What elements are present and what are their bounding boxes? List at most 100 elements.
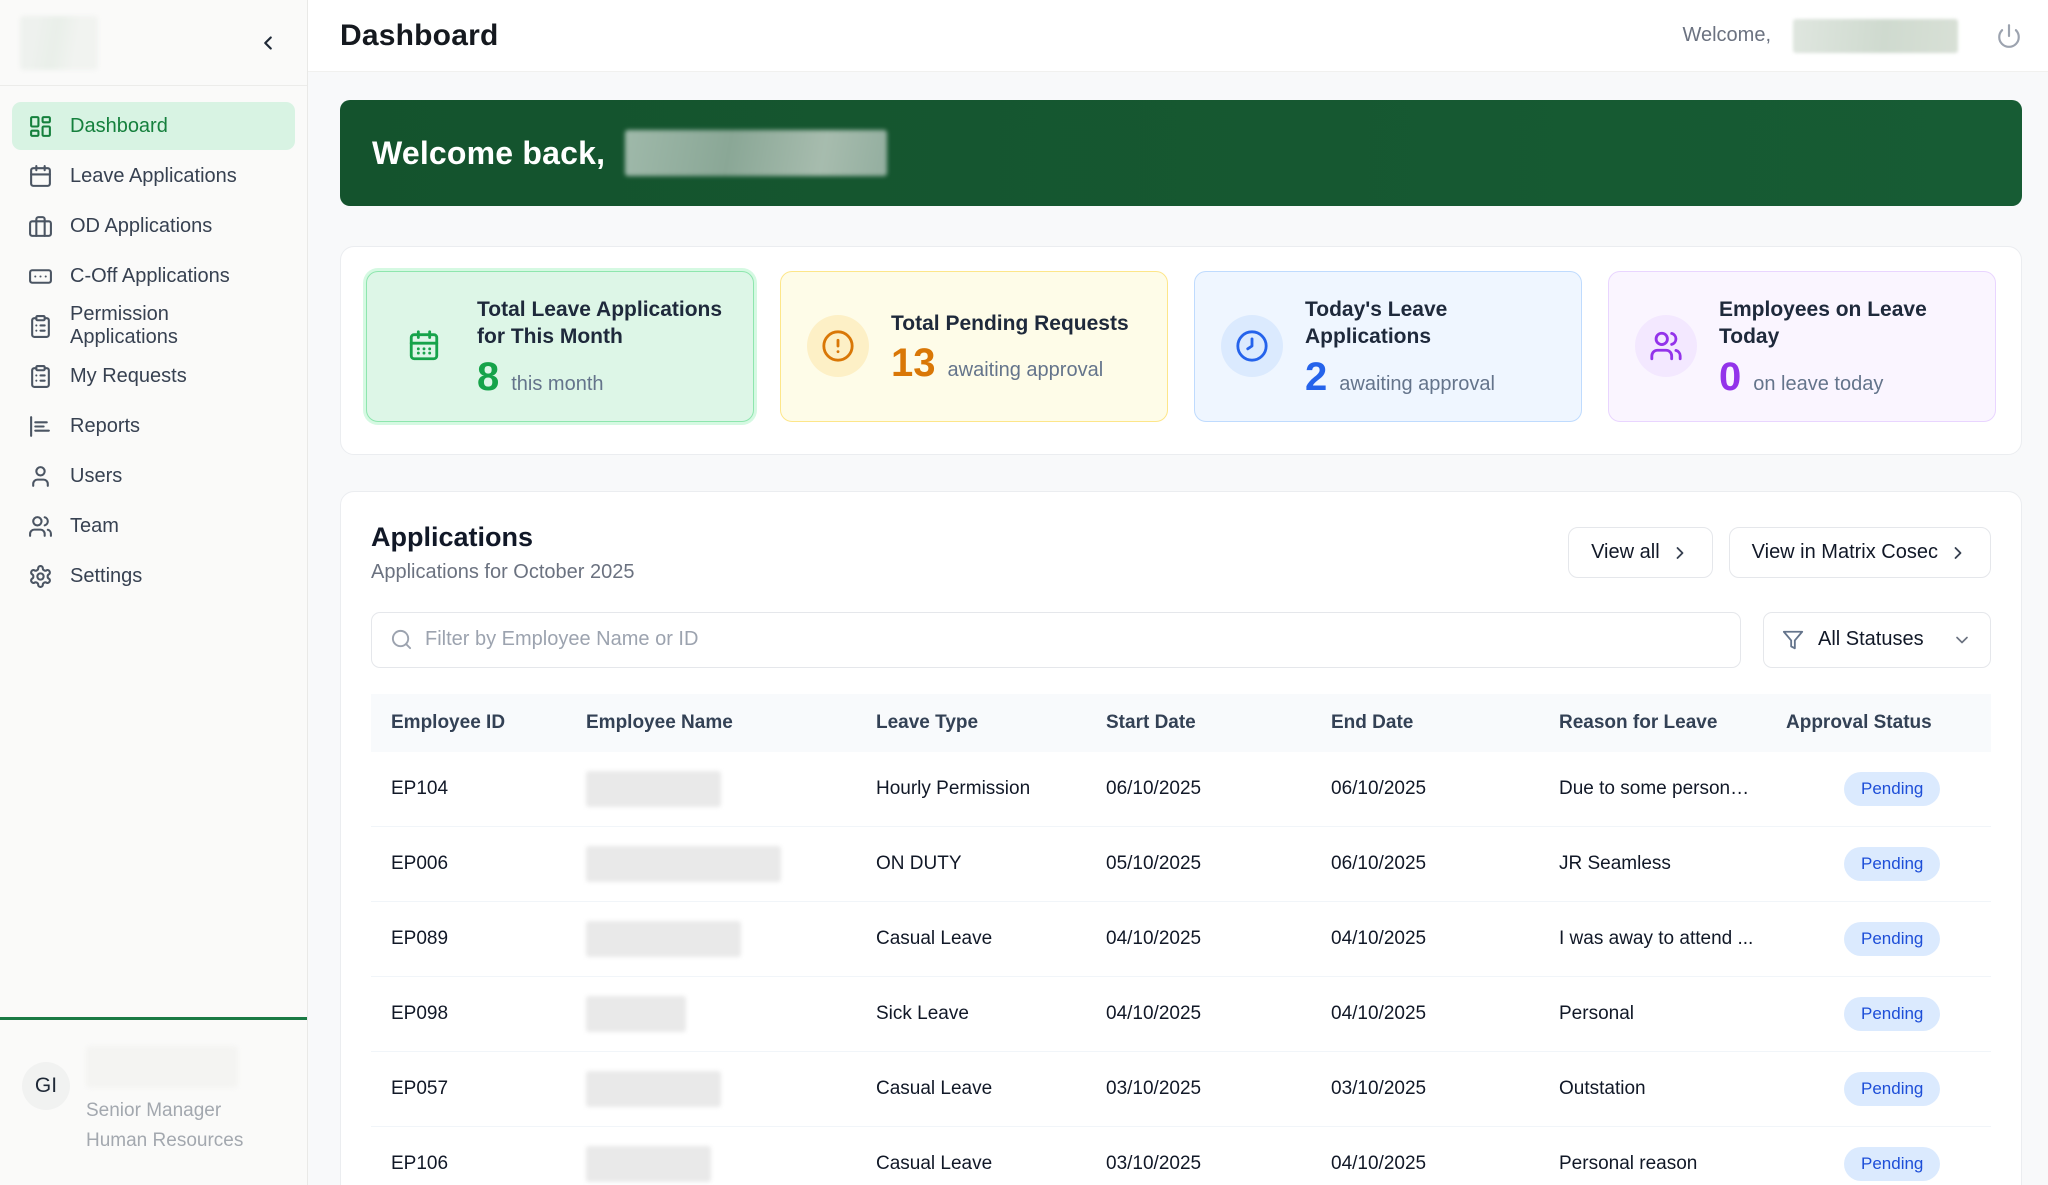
column-header: Leave Type bbox=[876, 711, 979, 733]
sidebar-item-my-requests[interactable]: My Requests bbox=[12, 352, 295, 400]
user-icon bbox=[28, 464, 53, 489]
view-all-button[interactable]: View all bbox=[1568, 527, 1713, 579]
card-ellipsis-icon bbox=[28, 264, 53, 289]
sidebar-item-settings[interactable]: Settings bbox=[12, 552, 295, 600]
redacted-employee-name bbox=[586, 845, 781, 882]
sidebar-item-label: My Requests bbox=[70, 364, 187, 387]
redacted-user-name bbox=[86, 1046, 238, 1089]
column-header: Approval Status bbox=[1786, 711, 1932, 733]
chevron-right-icon bbox=[1670, 543, 1690, 563]
applications-subtitle: Applications for October 2025 bbox=[371, 560, 635, 583]
users-icon bbox=[28, 514, 53, 539]
stat-value: 8 bbox=[477, 354, 500, 399]
sidebar-header bbox=[0, 0, 307, 86]
column-header: Reason for Leave bbox=[1559, 711, 1718, 733]
banner-greeting: Welcome back, bbox=[372, 134, 606, 171]
dashboard-grid-icon bbox=[28, 114, 53, 139]
column-header: Employee ID bbox=[391, 711, 506, 733]
status-filter-dropdown[interactable]: All Statuses bbox=[1763, 611, 1991, 668]
column-header: End Date bbox=[1331, 711, 1414, 733]
applications-header: Applications Applications for October 20… bbox=[371, 522, 1991, 584]
user-role: Senior Manager bbox=[86, 1100, 222, 1122]
content: Welcome back, Total Leave Applications f… bbox=[308, 72, 2048, 1185]
applications-panel: Applications Applications for October 20… bbox=[340, 490, 2022, 1185]
stat-card-employees-on-leave[interactable]: Employees on Leave Today 0 on leave toda… bbox=[1608, 271, 1996, 422]
page-title: Dashboard bbox=[340, 18, 499, 52]
status-badge: Pending bbox=[1844, 771, 1941, 806]
stat-card-todays-leave[interactable]: Today's Leave Applications 2 awaiting ap… bbox=[1194, 271, 1582, 422]
stat-title: Employees on Leave Today bbox=[1719, 298, 1927, 349]
stat-caption: on leave today bbox=[1753, 372, 1884, 395]
avatar: GI bbox=[22, 1062, 70, 1111]
table-row[interactable]: EP106 Casual Leave 03/10/2025 04/10/2025… bbox=[371, 1126, 1991, 1185]
search-box bbox=[371, 611, 1741, 668]
sidebar-item-od-applications[interactable]: OD Applications bbox=[12, 202, 295, 250]
welcome-label: Welcome, bbox=[1682, 24, 1771, 46]
app-root: Dashboard Leave Applications OD Applicat… bbox=[0, 0, 2048, 1185]
sidebar-item-label: Permission Applications bbox=[70, 303, 178, 348]
sidebar-item-label: Settings bbox=[70, 564, 143, 587]
stat-value: 13 bbox=[891, 340, 936, 385]
stat-card-total-leave[interactable]: Total Leave Applications for This Month … bbox=[366, 271, 754, 422]
sidebar-item-label: C-Off Applications bbox=[70, 264, 230, 287]
chevron-down-icon bbox=[1952, 630, 1972, 650]
sidebar-item-label: Team bbox=[70, 514, 119, 537]
sidebar-item-label: OD Applications bbox=[70, 214, 213, 237]
employee-filter-input[interactable] bbox=[425, 628, 1722, 652]
top-header: Dashboard Welcome, bbox=[308, 0, 2048, 72]
bar-chart-icon bbox=[28, 414, 53, 439]
main-area: Dashboard Welcome, Welcome back, Total L… bbox=[308, 0, 2048, 1185]
sidebar-item-users[interactable]: Users bbox=[12, 452, 295, 500]
sidebar-item-label: Dashboard bbox=[70, 114, 168, 137]
user-department: Human Resources bbox=[86, 1129, 244, 1151]
users-icon bbox=[1635, 315, 1697, 378]
clipboard-list-icon bbox=[28, 364, 53, 389]
filter-funnel-icon bbox=[1782, 629, 1804, 651]
view-in-matrix-cosec-button[interactable]: View in Matrix Cosec bbox=[1728, 527, 1991, 579]
redacted-banner-username bbox=[625, 130, 888, 176]
sidebar-nav: Dashboard Leave Applications OD Applicat… bbox=[0, 86, 307, 616]
clipboard-list-icon bbox=[28, 314, 53, 339]
sidebar-user-section: GI Senior Manager Human Resources bbox=[0, 1017, 307, 1185]
status-filter-value: All Statuses bbox=[1818, 628, 1924, 651]
power-icon bbox=[1996, 23, 2022, 49]
stat-title: Today's Leave Applications bbox=[1305, 298, 1448, 349]
sidebar-item-reports[interactable]: Reports bbox=[12, 402, 295, 450]
table-row[interactable]: EP057 Casual Leave 03/10/2025 03/10/2025… bbox=[371, 1051, 1991, 1127]
table-row[interactable]: EP089 Casual Leave 04/10/2025 04/10/2025… bbox=[371, 901, 1991, 977]
sidebar-item-team[interactable]: Team bbox=[12, 502, 295, 550]
sidebar-item-dashboard[interactable]: Dashboard bbox=[12, 102, 295, 150]
sidebar-item-label: Users bbox=[70, 464, 123, 487]
sidebar-item-leave-applications[interactable]: Leave Applications bbox=[12, 152, 295, 200]
calendar-icon bbox=[28, 164, 53, 189]
table-row[interactable]: EP104 Hourly Permission 06/10/2025 06/10… bbox=[371, 751, 1991, 827]
stat-card-pending-requests[interactable]: Total Pending Requests 13 awaiting appro… bbox=[780, 271, 1168, 422]
stat-title: Total Pending Requests bbox=[891, 311, 1129, 335]
clock-icon bbox=[1221, 315, 1283, 378]
redacted-employee-name bbox=[586, 770, 721, 807]
status-badge: Pending bbox=[1844, 996, 1941, 1031]
logout-button[interactable] bbox=[1996, 23, 2022, 49]
sidebar-item-coff-applications[interactable]: C-Off Applications bbox=[12, 252, 295, 300]
status-badge: Pending bbox=[1844, 1071, 1941, 1106]
applications-title: Applications bbox=[371, 521, 534, 552]
table-row[interactable]: EP098 Sick Leave 04/10/2025 04/10/2025 P… bbox=[371, 976, 1991, 1052]
redacted-header-username bbox=[1793, 18, 1958, 53]
sidebar-collapse-button[interactable] bbox=[257, 32, 279, 54]
redacted-employee-name bbox=[586, 920, 741, 957]
column-header: Employee Name bbox=[586, 711, 733, 733]
sidebar-item-label: Reports bbox=[70, 414, 141, 437]
column-header: Start Date bbox=[1106, 711, 1196, 733]
sidebar-item-permission-applications[interactable]: Permission Applications bbox=[12, 302, 295, 350]
stat-caption: awaiting approval bbox=[947, 358, 1104, 381]
status-badge: Pending bbox=[1844, 921, 1941, 956]
stat-title: Total Leave Applications for This Month bbox=[477, 298, 723, 349]
redacted-employee-name bbox=[586, 1070, 721, 1107]
chevron-right-icon bbox=[1948, 543, 1968, 563]
table-row[interactable]: EP006 ON DUTY 05/10/2025 06/10/2025 JR S… bbox=[371, 826, 1991, 902]
welcome-banner: Welcome back, bbox=[340, 100, 2022, 206]
stat-value: 2 bbox=[1305, 354, 1328, 399]
search-icon bbox=[390, 628, 413, 651]
applications-table: Employee ID Employee Name Leave Type Sta… bbox=[371, 693, 1991, 1185]
user-meta: Senior Manager Human Resources bbox=[86, 1046, 243, 1155]
